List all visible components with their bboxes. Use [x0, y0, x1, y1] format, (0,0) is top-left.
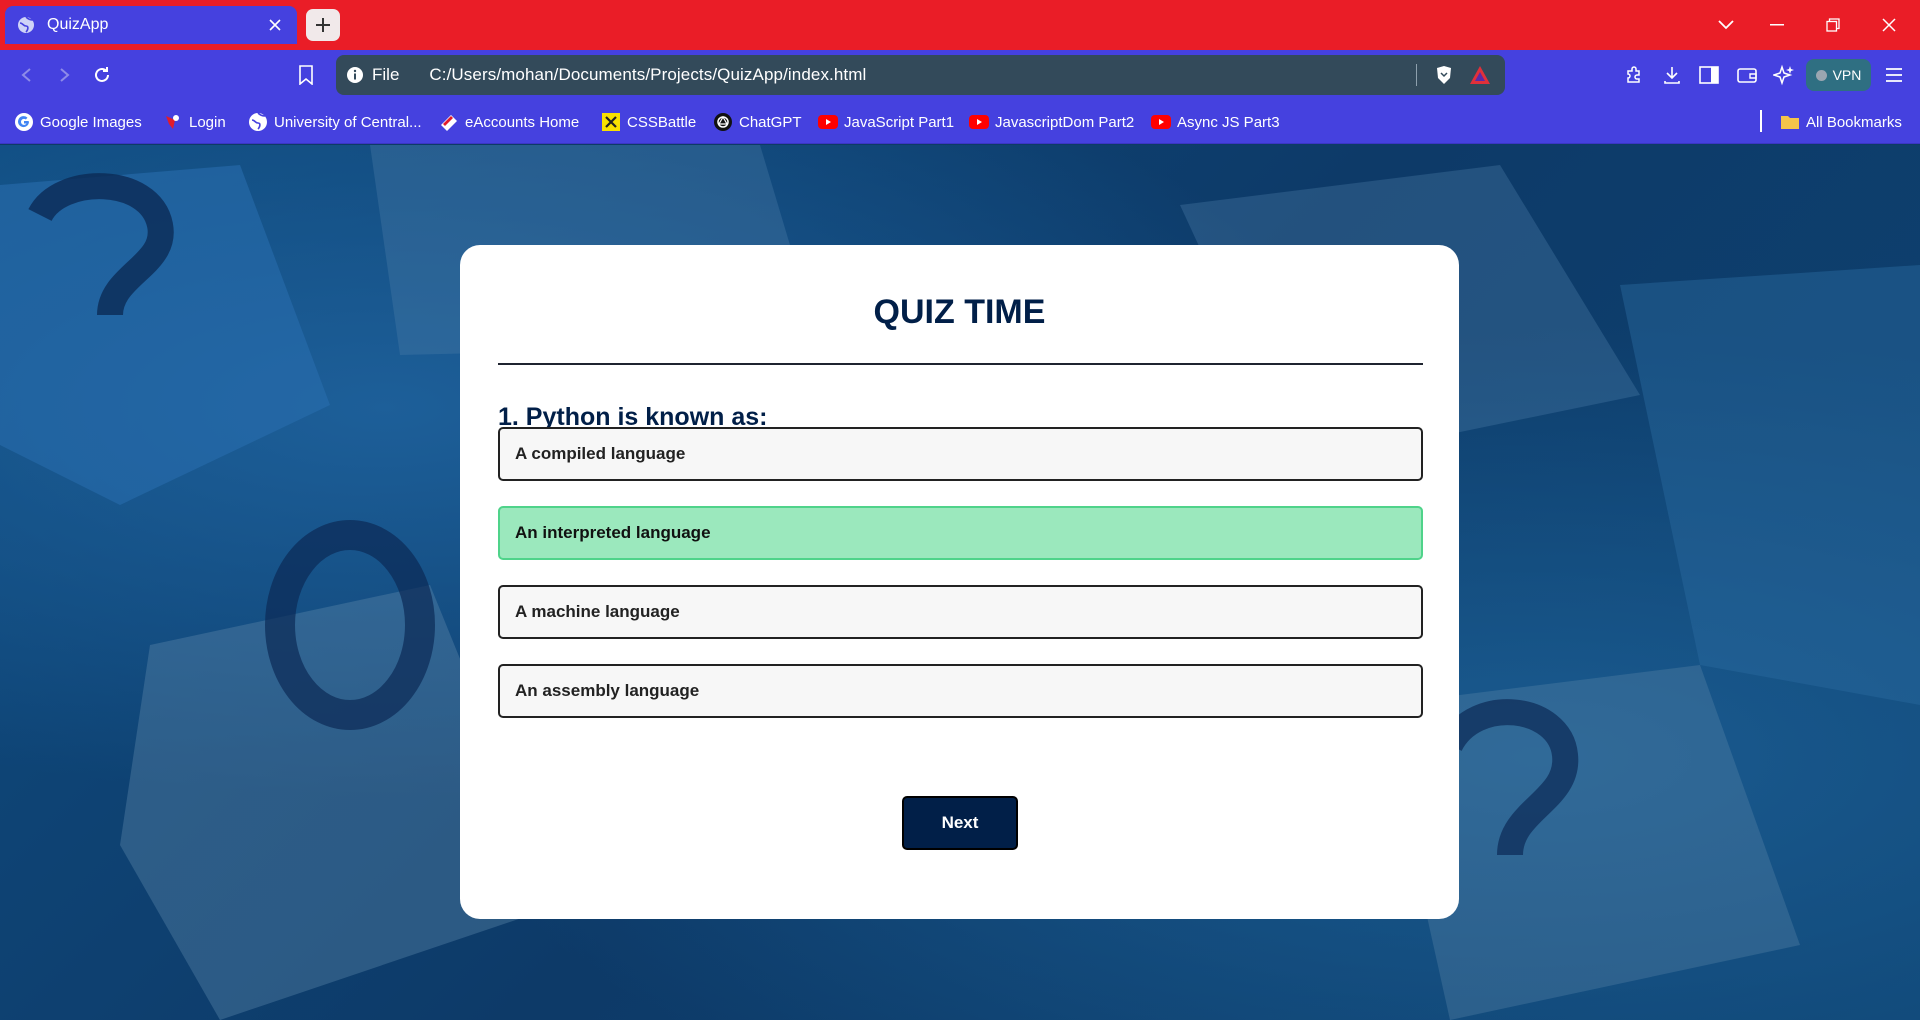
globe-icon — [17, 16, 35, 34]
youtube-icon — [1151, 112, 1171, 132]
youtube-icon — [818, 112, 838, 132]
forward-button[interactable] — [52, 63, 76, 87]
answer-option-3[interactable]: A machine language — [498, 585, 1423, 639]
bookmarks-separator — [1760, 110, 1762, 132]
main-menu-button[interactable] — [1882, 63, 1906, 87]
minimize-icon — [1770, 24, 1784, 26]
all-bookmarks-button[interactable]: All Bookmarks — [1780, 110, 1902, 134]
bookmark-chatgpt[interactable]: ChatGPT — [713, 110, 802, 134]
chatgpt-icon — [713, 112, 733, 132]
bookmark-label: Google Images — [40, 113, 142, 131]
info-icon[interactable] — [346, 66, 364, 84]
minimize-button[interactable] — [1749, 0, 1805, 50]
vpn-status-icon — [1815, 69, 1827, 81]
vpn-button[interactable]: VPN — [1806, 59, 1871, 91]
answer-label: An assembly language — [515, 681, 700, 700]
puzzle-icon — [1627, 66, 1640, 83]
restore-icon — [1826, 18, 1840, 32]
globe-icon — [248, 112, 268, 132]
answer-label: A machine language — [515, 602, 680, 621]
title-bar: QuizApp — [0, 0, 1920, 50]
cssbattle-favicon — [601, 112, 621, 132]
bookmark-icon — [299, 65, 313, 85]
hamburger-menu-icon — [1886, 68, 1902, 82]
wallet-icon — [1737, 68, 1757, 83]
plus-icon — [316, 18, 330, 32]
all-bookmarks-label: All Bookmarks — [1806, 113, 1902, 131]
bookmark-cssbattle[interactable]: CSSBattle — [601, 110, 696, 134]
bookmark-label: Login — [189, 113, 226, 131]
login-favicon — [163, 112, 183, 132]
extensions-button[interactable] — [1622, 63, 1646, 87]
answer-label: An interpreted language — [515, 523, 711, 542]
browser-tab-active[interactable]: QuizApp — [5, 6, 297, 44]
scheme-label: File — [372, 65, 400, 84]
omnibox-divider — [1416, 64, 1417, 86]
next-button[interactable]: Next — [902, 796, 1018, 850]
bookmark-javascriptdom-part2[interactable]: JavascriptDom Part2 — [969, 110, 1134, 134]
page-background: QUIZ TIME 1. Python is known as: A compi… — [0, 145, 1920, 1020]
wallet-button[interactable] — [1735, 63, 1759, 87]
bookmark-label: Async JS Part3 — [1177, 113, 1280, 131]
reload-icon — [95, 67, 109, 82]
google-icon — [14, 112, 34, 132]
bookmark-label: University of Central... — [274, 113, 422, 131]
close-icon — [1882, 18, 1896, 32]
bookmark-label: ChatGPT — [739, 113, 802, 131]
reload-button[interactable] — [90, 63, 114, 87]
arrow-right-icon — [60, 68, 70, 82]
bookmark-javascript-part1[interactable]: JavaScript Part1 — [818, 110, 954, 134]
chevron-down-icon — [1718, 20, 1734, 30]
title-divider — [498, 363, 1423, 365]
bookmark-university[interactable]: University of Central... — [248, 110, 422, 134]
close-window-button[interactable] — [1861, 0, 1917, 50]
brave-shields-icon[interactable] — [1433, 64, 1455, 86]
bookmark-page-button[interactable] — [294, 63, 318, 87]
quiz-title: QUIZ TIME — [873, 293, 1046, 331]
restore-button[interactable] — [1805, 0, 1861, 50]
youtube-icon — [969, 112, 989, 132]
new-tab-button[interactable] — [306, 9, 340, 41]
sidebar-icon — [1699, 66, 1719, 84]
bookmarks-bar: Google Images Login University of Centra… — [0, 100, 1920, 144]
sidebar-button[interactable] — [1697, 63, 1721, 87]
eaccounts-favicon — [439, 112, 459, 132]
answer-option-2-correct[interactable]: An interpreted language — [498, 506, 1423, 560]
bookmark-label: JavaScript Part1 — [844, 113, 955, 131]
quiz-card: QUIZ TIME 1. Python is known as: A compi… — [460, 245, 1459, 919]
vpn-label: VPN — [1832, 67, 1862, 83]
tab-title: QuizApp — [47, 16, 109, 33]
bookmark-label: CSSBattle — [627, 113, 697, 131]
download-icon — [1664, 67, 1680, 84]
bookmark-google-images[interactable]: Google Images — [14, 110, 142, 134]
leo-ai-button[interactable] — [1772, 63, 1796, 87]
bookmark-login[interactable]: Login — [163, 110, 226, 134]
bookmark-eaccounts[interactable]: eAccounts Home — [439, 110, 579, 134]
downloads-button[interactable] — [1660, 63, 1684, 87]
folder-icon — [1780, 112, 1800, 132]
arrow-left-icon — [21, 68, 31, 82]
answer-label: A compiled language — [515, 444, 686, 463]
address-bar[interactable]: File C:/Users/mohan/Documents/Projects/Q… — [336, 55, 1505, 95]
bookmark-label: eAccounts Home — [465, 113, 580, 131]
brave-rewards-icon[interactable] — [1469, 64, 1491, 86]
back-button[interactable] — [15, 63, 39, 87]
url-text[interactable]: C:/Users/mohan/Documents/Projects/QuizAp… — [429, 65, 1416, 85]
bookmark-label: JavascriptDom Part2 — [995, 113, 1135, 131]
close-tab-icon[interactable] — [265, 15, 285, 35]
answer-option-4[interactable]: An assembly language — [498, 664, 1423, 718]
browser-toolbar: File C:/Users/mohan/Documents/Projects/Q… — [0, 50, 1920, 100]
answer-option-1[interactable]: A compiled language — [498, 427, 1423, 481]
sparkle-icon — [1773, 64, 1794, 86]
bookmark-async-js-part3[interactable]: Async JS Part3 — [1151, 110, 1280, 134]
tab-search-button[interactable] — [1698, 0, 1754, 50]
